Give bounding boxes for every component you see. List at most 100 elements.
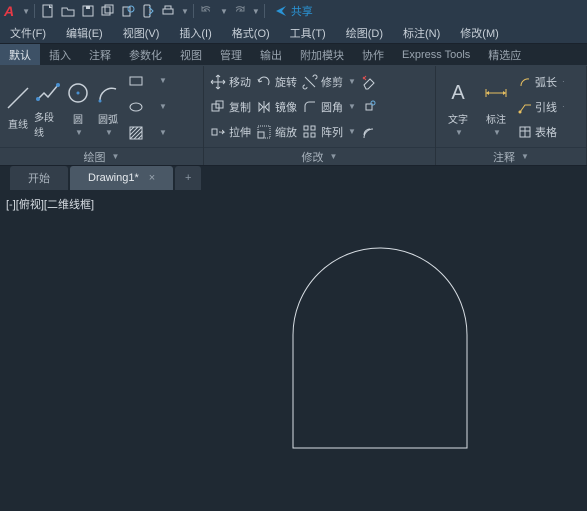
tool-table[interactable]: 表格 — [516, 120, 567, 144]
menu-dimension[interactable]: 标注(N) — [393, 22, 450, 43]
scale-icon — [256, 124, 272, 140]
menu-insert[interactable]: 插入(I) — [169, 22, 221, 43]
menu-view[interactable]: 视图(V) — [113, 22, 170, 43]
menu-bar: 文件(F) 编辑(E) 视图(V) 插入(I) 格式(O) 工具(T) 绘图(D… — [0, 22, 587, 44]
menu-format[interactable]: 格式(O) — [222, 22, 280, 43]
panel-modify-footer[interactable]: 修改 ▼ — [204, 147, 435, 165]
logo-dropdown-icon[interactable]: ▼ — [22, 7, 30, 16]
panel-modify: 移动 复制 拉伸 旋转 镜像 缩放 修剪▼ 圆角▼ 阵列 ▼ 修改 ▼ — [204, 66, 436, 165]
chevron-down-icon[interactable]: ▼ — [348, 77, 356, 86]
chevron-down-icon[interactable]: ▼ — [455, 128, 463, 137]
tool-copy[interactable]: 复制 — [208, 95, 253, 119]
tool-polyline-label: 多段线 — [34, 109, 62, 139]
new-icon[interactable] — [39, 2, 57, 20]
redo-icon[interactable] — [230, 2, 248, 20]
tool-dimension[interactable]: 标注 ▼ — [478, 73, 514, 141]
stretch-icon — [210, 124, 226, 140]
redo-dropdown-icon[interactable]: ▼ — [252, 7, 260, 16]
menu-tools[interactable]: 工具(T) — [280, 22, 336, 43]
tool-arc[interactable]: 圆弧 ▼ — [94, 73, 122, 141]
drawing-viewport[interactable]: [-][俯视][二维线框] — [0, 190, 587, 511]
tab-drawing1[interactable]: Drawing1* × — [70, 166, 173, 190]
add-tab-button[interactable]: + — [175, 166, 201, 190]
undo-dropdown-icon[interactable]: ▼ — [220, 7, 228, 16]
copy-icon — [210, 99, 226, 115]
menu-modify[interactable]: 修改(M) — [450, 22, 509, 43]
chevron-down-icon[interactable]: ▼ — [348, 127, 356, 136]
file-tabs: 开始 Drawing1* × + — [0, 166, 587, 190]
menu-draw[interactable]: 绘图(D) — [336, 22, 393, 43]
tool-line[interactable]: 直线 — [4, 78, 32, 135]
tool-trim[interactable]: 修剪▼ — [300, 70, 358, 94]
chevron-down-icon[interactable]: ▼ — [348, 102, 356, 111]
tool-erase-icon[interactable] — [359, 70, 379, 94]
tool-circle-label: 圆 — [73, 111, 83, 126]
ribbon-tabs: 默认 插入 注释 参数化 视图 管理 输出 附加模块 协作 Express To… — [0, 44, 587, 66]
saveall-icon[interactable] — [99, 2, 117, 20]
ribbon-tab-annotate[interactable]: 注释 — [80, 44, 120, 65]
ribbon-tab-default[interactable]: 默认 — [0, 44, 40, 65]
ribbon-tab-insert[interactable]: 插入 — [40, 44, 80, 65]
save-icon[interactable] — [79, 2, 97, 20]
tool-move[interactable]: 移动 — [208, 70, 253, 94]
panel-draw-footer[interactable]: 绘图 ▼ — [0, 147, 203, 165]
tool-move-label: 移动 — [229, 74, 251, 90]
ribbon-tab-collab[interactable]: 协作 — [353, 44, 393, 65]
tool-leader[interactable]: 引线· — [516, 95, 567, 119]
chevron-down-icon[interactable]: ▼ — [152, 69, 174, 93]
close-icon[interactable]: × — [149, 172, 155, 184]
undo-icon[interactable] — [198, 2, 216, 20]
chevron-down-icon[interactable]: ▼ — [105, 128, 113, 137]
tool-arclength[interactable]: 弧长· — [516, 70, 567, 94]
tool-array[interactable]: 阵列 ▼ — [300, 120, 358, 144]
ribbon-tab-parametric[interactable]: 参数化 — [120, 44, 171, 65]
leader-icon — [518, 100, 532, 114]
open-icon[interactable] — [59, 2, 77, 20]
share-button[interactable]: 共享 — [275, 3, 313, 19]
tool-copy-label: 复制 — [229, 99, 251, 115]
tool-arclength-label: 弧长 — [535, 74, 557, 90]
chevron-down-icon[interactable]: ▼ — [493, 128, 501, 137]
tool-explode-icon[interactable] — [359, 95, 379, 119]
print-icon[interactable] — [159, 2, 177, 20]
tool-ellipse-icon[interactable] — [124, 95, 148, 119]
move-icon — [210, 74, 226, 90]
tool-stretch-label: 拉伸 — [229, 124, 251, 140]
share-icon — [275, 5, 287, 17]
ribbon-tab-featured[interactable]: 精选应 — [479, 44, 530, 65]
ribbon-tab-express[interactable]: Express Tools — [393, 44, 479, 65]
tab-start[interactable]: 开始 — [10, 166, 68, 190]
tool-array-label: 阵列 — [321, 124, 343, 140]
tool-offset-icon[interactable] — [359, 120, 379, 144]
tool-polyline[interactable]: 多段线 — [34, 71, 62, 143]
tool-table-label: 表格 — [535, 124, 557, 140]
chevron-down-icon[interactable]: ▼ — [75, 128, 83, 137]
tool-scale[interactable]: 缩放 — [254, 120, 299, 144]
ribbon-tab-addins[interactable]: 附加模块 — [291, 44, 353, 65]
menu-edit[interactable]: 编辑(E) — [56, 22, 113, 43]
ribbon-tab-view[interactable]: 视图 — [171, 44, 211, 65]
tool-text-label: 文字 — [448, 111, 468, 126]
menu-file[interactable]: 文件(F) — [0, 22, 56, 43]
panel-annot-footer[interactable]: 注释 ▼ — [436, 147, 586, 165]
mobile-icon[interactable] — [139, 2, 157, 20]
tool-arc-label: 圆弧 — [98, 111, 118, 126]
chevron-down-icon[interactable]: ▼ — [152, 121, 174, 145]
tool-text[interactable]: A 文字 ▼ — [440, 73, 476, 141]
ribbon-tab-output[interactable]: 输出 — [251, 44, 291, 65]
tool-mirror[interactable]: 镜像 — [254, 95, 299, 119]
tool-rotate[interactable]: 旋转 — [254, 70, 299, 94]
fillet-icon — [302, 99, 318, 115]
tool-rect-icon[interactable] — [124, 69, 148, 93]
rotate-icon — [256, 74, 272, 90]
tool-stretch[interactable]: 拉伸 — [208, 120, 253, 144]
chevron-down-icon[interactable]: ▼ — [152, 95, 174, 119]
app-logo: A — [4, 3, 14, 19]
tool-fillet[interactable]: 圆角▼ — [300, 95, 358, 119]
separator — [34, 4, 35, 18]
print-dropdown-icon[interactable]: ▼ — [181, 7, 189, 16]
ribbon-tab-manage[interactable]: 管理 — [211, 44, 251, 65]
tool-hatch-icon[interactable] — [124, 121, 148, 145]
tool-circle[interactable]: 圆 ▼ — [64, 73, 92, 141]
web-icon[interactable] — [119, 2, 137, 20]
